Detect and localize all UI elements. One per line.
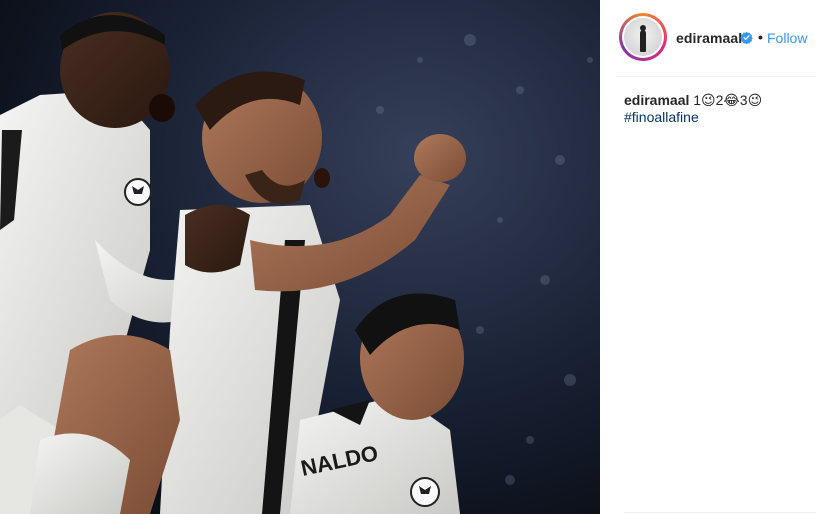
- bottom-divider: [624, 512, 816, 513]
- post-photo[interactable]: NALDO: [0, 0, 600, 514]
- caption-text: 1😉2😂3😉: [693, 92, 763, 108]
- hashtag-link[interactable]: #finoallafine: [624, 109, 699, 125]
- separator-dot: •: [758, 29, 763, 45]
- header-divider: [616, 76, 816, 77]
- username-link[interactable]: ediramaal: [676, 30, 742, 46]
- follow-button[interactable]: Follow: [767, 30, 807, 46]
- avatar[interactable]: [619, 13, 667, 61]
- football-celebration-image: NALDO: [0, 0, 600, 514]
- post-caption: ediramaal 1😉2😂3😉: [624, 91, 814, 109]
- caption-username[interactable]: ediramaal: [624, 92, 689, 108]
- post-header: ediramaal • Follow: [600, 0, 816, 76]
- post-sidebar: ediramaal • Follow ediramaal 1😉2😂3😉 #fin…: [600, 0, 816, 514]
- verified-badge-icon: [740, 31, 753, 44]
- avatar-frame: [622, 16, 664, 58]
- avatar-figure-body: [640, 30, 646, 52]
- avatar-image: [624, 18, 662, 56]
